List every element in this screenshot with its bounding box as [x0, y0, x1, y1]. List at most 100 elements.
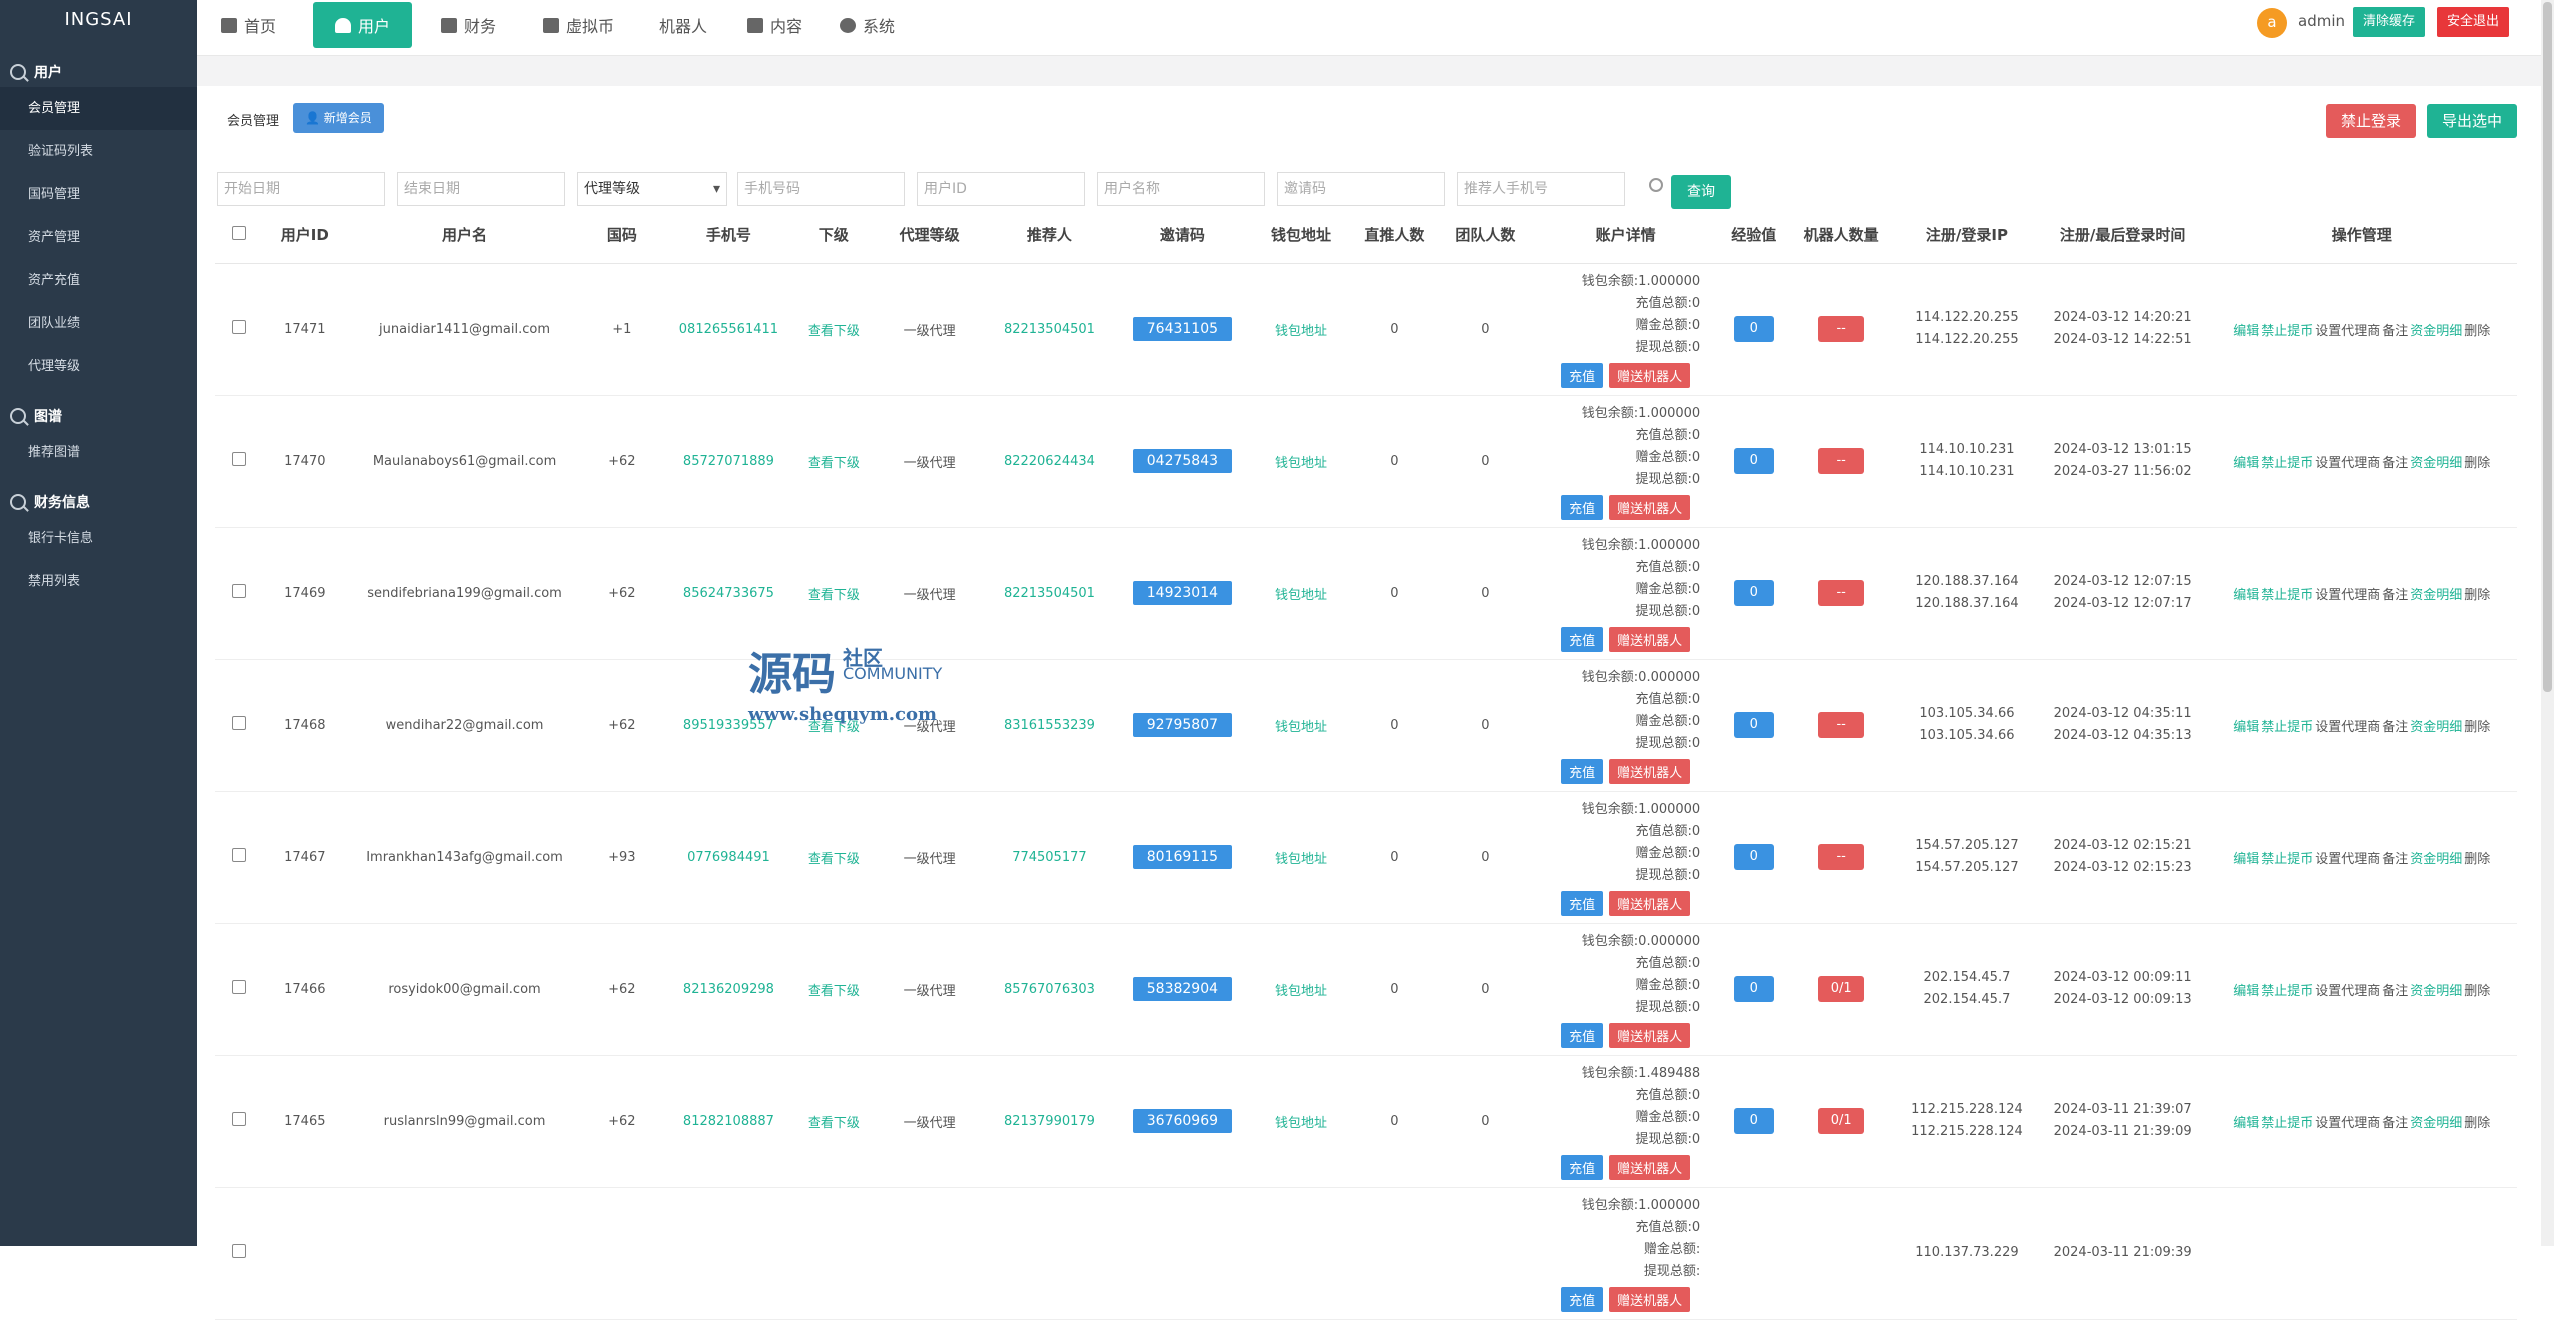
invite-code-badge[interactable]: 92795807	[1132, 713, 1233, 737]
phone-input[interactable]: 手机号码	[737, 172, 905, 206]
invite-code-badge[interactable]: 58382904	[1132, 977, 1233, 1001]
referrer-link[interactable]: 82213504501	[987, 263, 1112, 396]
gift-robot-button[interactable]: 赠送机器人	[1609, 1286, 1691, 1312]
experience-badge[interactable]: 0	[1733, 448, 1774, 474]
robot-count-badge[interactable]: 0/1	[1818, 976, 1865, 1002]
phone-link[interactable]: 0776984491	[661, 791, 796, 924]
remark-link[interactable]: 备注	[2382, 720, 2408, 735]
nav-robot[interactable]: 机器人	[659, 0, 707, 50]
sidebar-item[interactable]: 资产充值	[0, 259, 197, 302]
delete-link[interactable]: 删除	[2464, 456, 2490, 471]
edit-link[interactable]: 编辑	[2233, 1116, 2259, 1131]
sidebar-group[interactable]: 财务信息	[0, 487, 197, 517]
nav-system[interactable]: 系统	[840, 0, 895, 50]
view-subordinates-link[interactable]: 查看下级	[795, 923, 873, 1056]
robot-count-badge[interactable]: --	[1818, 580, 1865, 606]
edit-link[interactable]: 编辑	[2233, 984, 2259, 999]
sidebar-item[interactable]: 国码管理	[0, 173, 197, 216]
set-agent-link[interactable]: 设置代理商	[2315, 456, 2380, 471]
phone-link[interactable]: 81282108887	[661, 1055, 796, 1188]
set-agent-link[interactable]: 设置代理商	[2315, 720, 2380, 735]
delete-link[interactable]: 删除	[2464, 1116, 2490, 1131]
robot-count-badge[interactable]: --	[1818, 448, 1865, 474]
row-checkbox[interactable]	[231, 452, 246, 466]
wallet-address-link[interactable]: 钱包地址	[1253, 791, 1349, 924]
delete-link[interactable]: 删除	[2464, 720, 2490, 735]
wallet-address-link[interactable]: 钱包地址	[1253, 923, 1349, 1056]
invite-code-badge[interactable]: 76431105	[1132, 317, 1233, 341]
nav-finance[interactable]: 财务	[441, 0, 496, 50]
experience-badge[interactable]: 0	[1733, 1108, 1774, 1134]
fund-details-link[interactable]: 资金明细	[2410, 720, 2462, 735]
referrer-link[interactable]: 82137990179	[987, 1055, 1112, 1188]
wallet-address-link[interactable]: 钱包地址	[1253, 659, 1349, 792]
ban-withdraw-link[interactable]: 禁止提币	[2261, 852, 2313, 867]
set-agent-link[interactable]: 设置代理商	[2315, 852, 2380, 867]
experience-badge[interactable]: 0	[1733, 712, 1774, 738]
ban-withdraw-link[interactable]: 禁止提币	[2261, 456, 2313, 471]
ban-withdraw-link[interactable]: 禁止提币	[2261, 324, 2313, 339]
recharge-button[interactable]: 充值	[1561, 362, 1604, 388]
phone-link[interactable]: 081265561411	[661, 263, 796, 396]
edit-link[interactable]: 编辑	[2233, 324, 2259, 339]
fund-details-link[interactable]: 资金明细	[2410, 984, 2462, 999]
experience-badge[interactable]: 0	[1733, 844, 1774, 870]
gift-robot-button[interactable]: 赠送机器人	[1609, 626, 1691, 652]
vertical-scrollbar[interactable]	[2541, 0, 2554, 1246]
row-checkbox[interactable]	[231, 980, 246, 994]
export-selected-button[interactable]: 导出选中	[2427, 104, 2518, 138]
ban-withdraw-link[interactable]: 禁止提币	[2261, 1116, 2313, 1131]
remark-link[interactable]: 备注	[2382, 588, 2408, 603]
experience-badge[interactable]: 0	[1733, 316, 1774, 342]
view-subordinates-link[interactable]: 查看下级	[795, 395, 873, 528]
gift-robot-button[interactable]: 赠送机器人	[1609, 1154, 1691, 1180]
fund-details-link[interactable]: 资金明细	[2410, 852, 2462, 867]
robot-count-badge[interactable]: --	[1818, 712, 1865, 738]
referrer-phone-input[interactable]: 推荐人手机号	[1457, 172, 1625, 206]
experience-badge[interactable]: 0	[1733, 976, 1774, 1002]
phone-link[interactable]: 85727071889	[661, 395, 796, 528]
recharge-button[interactable]: 充值	[1561, 1154, 1604, 1180]
set-agent-link[interactable]: 设置代理商	[2315, 1116, 2380, 1131]
agent-level-select[interactable]: 代理等级	[577, 172, 727, 206]
recharge-button[interactable]: 充值	[1561, 890, 1604, 916]
row-checkbox[interactable]	[231, 848, 246, 862]
view-subordinates-link[interactable]: 查看下级	[795, 263, 873, 396]
set-agent-link[interactable]: 设置代理商	[2315, 984, 2380, 999]
sidebar-item[interactable]: 推荐图谱	[0, 431, 197, 474]
logout-button[interactable]: 安全退出	[2437, 7, 2510, 37]
gift-robot-button[interactable]: 赠送机器人	[1609, 362, 1691, 388]
fund-details-link[interactable]: 资金明细	[2410, 456, 2462, 471]
invite-code-badge[interactable]: 36760969	[1132, 1109, 1233, 1133]
view-subordinates-link[interactable]: 查看下级	[795, 791, 873, 924]
sidebar-item[interactable]: 代理等级	[0, 345, 197, 388]
robot-count-badge[interactable]: 0/1	[1818, 1108, 1865, 1134]
robot-count-badge[interactable]: --	[1818, 316, 1865, 342]
delete-link[interactable]: 删除	[2464, 588, 2490, 603]
set-agent-link[interactable]: 设置代理商	[2315, 324, 2380, 339]
wallet-address-link[interactable]: 钱包地址	[1253, 527, 1349, 660]
sidebar-item[interactable]: 银行卡信息	[0, 517, 197, 560]
sidebar-item[interactable]: 团队业绩	[0, 302, 197, 345]
fund-details-link[interactable]: 资金明细	[2410, 1116, 2462, 1131]
sidebar-item[interactable]: 资产管理	[0, 216, 197, 259]
delete-link[interactable]: 删除	[2464, 324, 2490, 339]
recharge-button[interactable]: 充值	[1561, 1022, 1604, 1048]
remark-link[interactable]: 备注	[2382, 984, 2408, 999]
nav-home[interactable]: 首页	[221, 0, 276, 50]
end-date-input[interactable]: 结束日期	[397, 172, 565, 206]
set-agent-link[interactable]: 设置代理商	[2315, 588, 2380, 603]
row-checkbox[interactable]	[231, 1244, 246, 1258]
sidebar-group[interactable]: 用户	[0, 57, 197, 87]
invite-code-badge[interactable]: 14923014	[1132, 581, 1233, 605]
delete-link[interactable]: 删除	[2464, 852, 2490, 867]
wallet-address-link[interactable]: 钱包地址	[1253, 1055, 1349, 1188]
gift-robot-button[interactable]: 赠送机器人	[1609, 890, 1691, 916]
sidebar-item[interactable]: 会员管理	[0, 87, 197, 130]
referrer-link[interactable]	[987, 1187, 1112, 1320]
ban-withdraw-link[interactable]: 禁止提币	[2261, 984, 2313, 999]
view-subordinates-link[interactable]: 查看下级	[795, 1055, 873, 1188]
recharge-button[interactable]: 充值	[1561, 626, 1604, 652]
referrer-link[interactable]: 82213504501	[987, 527, 1112, 660]
query-button[interactable]: 查询	[1671, 175, 1731, 209]
